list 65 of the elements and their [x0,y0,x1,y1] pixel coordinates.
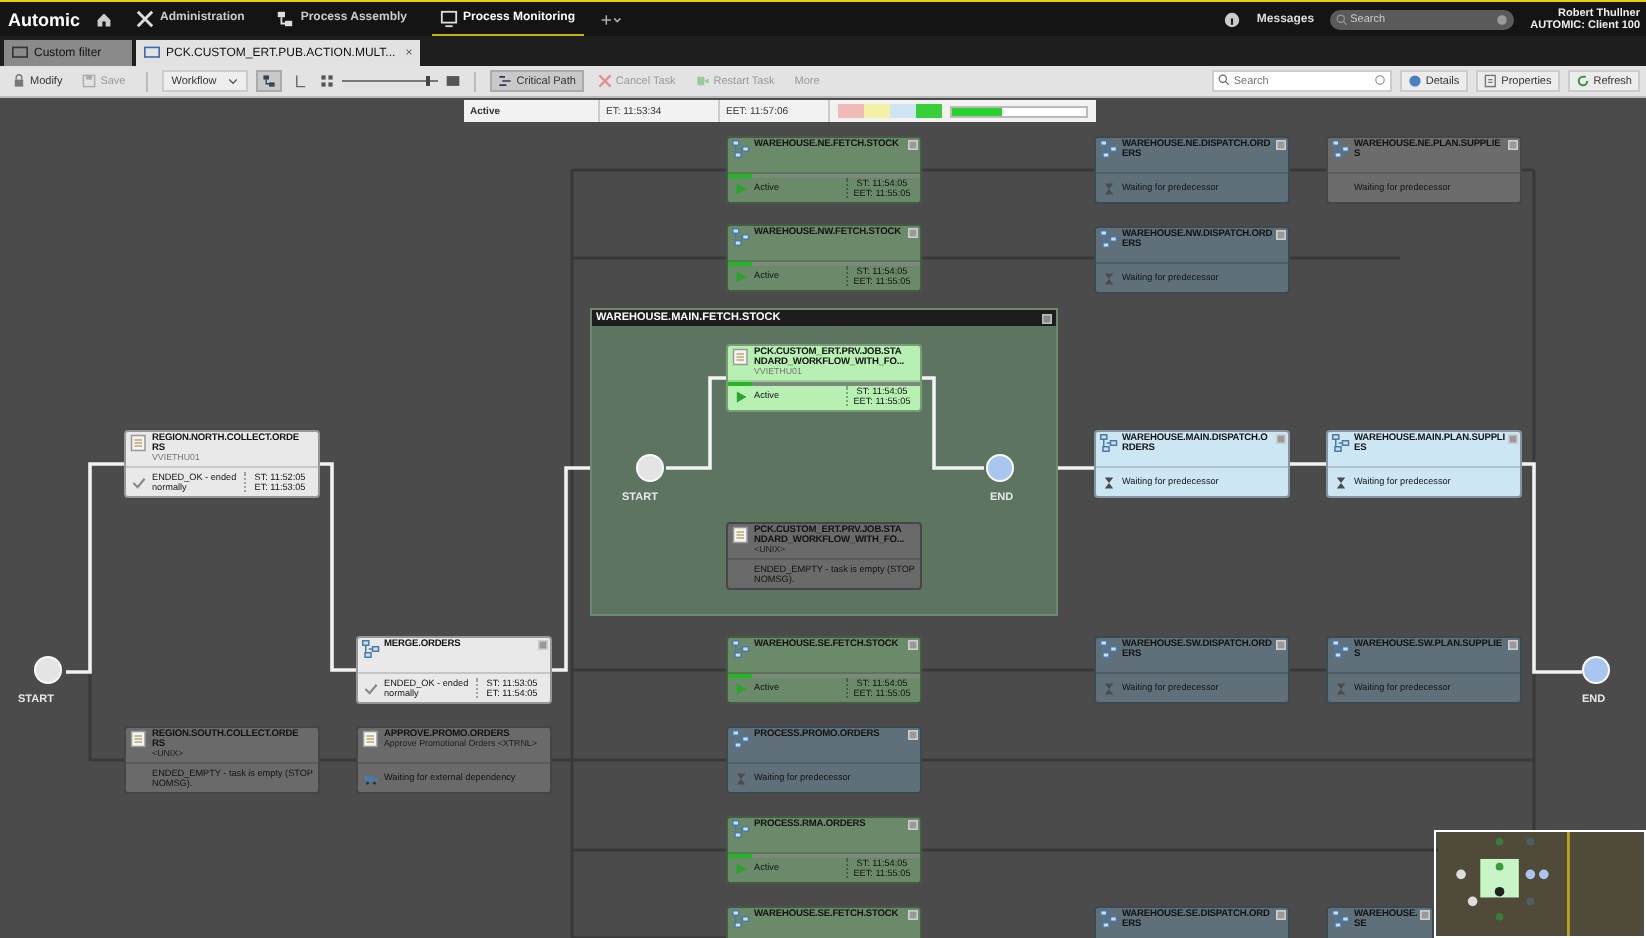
check-icon [132,475,146,489]
axis-icon [294,74,309,88]
truck-icon [364,771,378,785]
info-icon[interactable] [1224,11,1241,27]
open-icon[interactable] [908,140,918,150]
search-icon [1217,74,1230,86]
monitor-icon [439,9,457,27]
end-node[interactable] [986,454,1014,482]
hourglass-icon [1102,181,1116,195]
start-node[interactable] [636,454,664,482]
tools-icon [136,9,154,27]
check-icon [364,681,378,695]
hourglass-icon [1334,681,1348,695]
save-icon [82,74,97,88]
document-icon [1483,74,1498,88]
connector-line [1290,462,1326,466]
grid-icon [320,74,335,88]
window-icon [144,46,160,60]
hourglass-icon [734,771,748,785]
hourglass-icon [1334,475,1348,489]
open-icon[interactable] [908,730,918,740]
expand-icon[interactable] [1042,313,1052,323]
open-icon[interactable] [1276,434,1286,444]
open-icon[interactable] [1508,640,1518,650]
hourglass-icon [1102,681,1116,695]
progress-bar [950,105,1088,117]
restart-icon [695,74,710,88]
add-icon[interactable] [599,11,622,27]
zoom-slider[interactable] [342,74,439,88]
hourglass-icon [1102,271,1116,285]
connector-line [1058,466,1094,470]
cross-icon [597,74,612,88]
minimap[interactable] [1434,830,1646,938]
connector-line [666,376,726,470]
window-icon [12,46,28,60]
info-icon [1407,74,1422,88]
search-icon [1336,13,1349,25]
caret-icon [228,77,239,85]
hierarchy-icon [276,9,295,27]
refresh-icon [1575,74,1590,88]
open-icon[interactable] [908,820,918,830]
open-icon[interactable] [1276,230,1286,240]
clear-icon[interactable] [1496,13,1509,25]
open-icon[interactable] [1276,640,1286,650]
open-icon[interactable] [1420,910,1430,920]
open-icon[interactable] [538,640,548,650]
end-node[interactable] [1582,656,1610,684]
lock-icon [12,74,26,88]
open-icon[interactable] [908,228,918,238]
hierarchy-icon [262,74,277,88]
start-node[interactable] [34,656,62,684]
logo[interactable]: Automic [8,9,80,29]
clear-icon[interactable] [1373,74,1386,86]
connector-line [922,376,984,470]
open-icon[interactable] [908,640,918,650]
hourglass-icon [1102,475,1116,489]
open-icon[interactable] [1276,910,1286,920]
open-icon[interactable] [1276,140,1286,150]
open-icon[interactable] [1508,140,1518,150]
open-icon[interactable] [908,910,918,920]
tree-view-button[interactable] [256,70,283,92]
open-icon[interactable] [1508,434,1518,444]
home-icon[interactable] [96,11,112,27]
path-icon [498,74,513,88]
fit-icon[interactable] [446,74,461,88]
